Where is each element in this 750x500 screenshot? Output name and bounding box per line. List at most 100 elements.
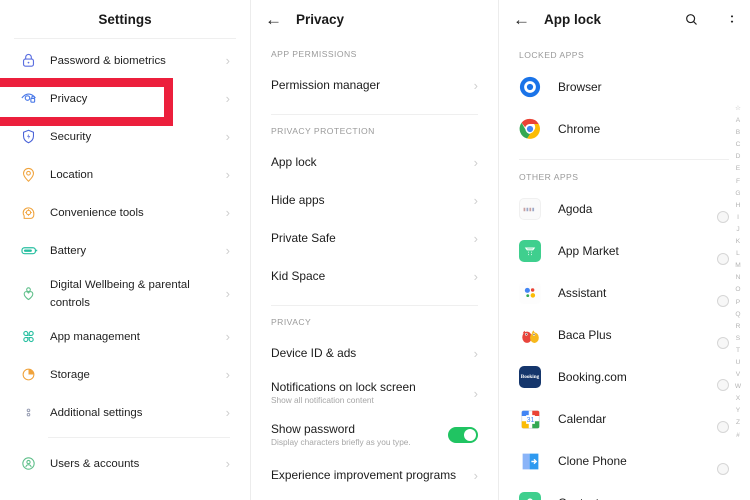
sidebar-item-battery[interactable]: Battery › [0,231,250,269]
alpha-index-l[interactable]: L [736,248,740,260]
chevron-right-icon: › [225,204,230,220]
toggle-knob [717,253,729,265]
alpha-index-q[interactable]: Q [735,309,740,321]
row-subtitle: Show all notification content [271,395,374,406]
alpha-index-a[interactable]: A [736,115,740,127]
chevron-right-icon: › [225,328,230,344]
alpha-index-t[interactable]: T [736,345,740,357]
user-circle-icon [20,450,50,476]
alpha-index-f[interactable]: F [736,176,740,188]
app-row-agoda[interactable]: Agoda [499,188,749,230]
chevron-right-icon: › [225,242,230,258]
sidebar-item-security[interactable]: Security › [0,117,250,155]
privacy-item-device-id-ads[interactable]: Device ID & ads › [251,334,498,372]
row-title: Notifications on lock screen [271,380,416,395]
show-password-toggle[interactable] [448,427,478,443]
privacy-item-private-safe[interactable]: Private Safe › [251,219,498,257]
back-arrow-icon[interactable]: ← [265,11,282,28]
alpha-index-e[interactable]: E [736,163,740,175]
sidebar-item-label: Digital Wellbeing & parental controls [50,279,190,309]
chevron-right-icon: › [473,192,478,208]
app-row-assistant[interactable]: Assistant [499,272,749,314]
alpha-index-star[interactable]: ☆ [735,103,741,115]
alpha-index-z[interactable]: Z [736,417,740,429]
assistant-icon [519,282,541,304]
row-title: Show password [271,422,355,437]
privacy-item-cut-off[interactable]: › [251,494,498,500]
app-name: App Market [558,244,619,258]
sidebar-item-label: Users & accounts [50,458,140,470]
sidebar-item-location[interactable]: Location › [0,155,250,193]
alpha-index-r[interactable]: R [736,321,741,333]
app-row-calendar[interactable]: 31 Calendar [499,398,749,440]
sidebar-item-label: Privacy [50,93,88,105]
alpha-index-n[interactable]: N [736,272,741,284]
app-row-browser[interactable]: Browser [499,66,749,108]
chevron-right-icon: › [225,455,230,471]
privacy-item-kid-space[interactable]: Kid Space › [251,257,498,295]
calendar-icon: 31 [519,408,541,430]
alpha-index-hash[interactable]: # [736,430,740,442]
alpha-index-y[interactable]: Y [736,405,740,417]
alpha-index-s[interactable]: S [736,333,740,345]
alpha-index-o[interactable]: O [735,284,740,296]
app-row-booking[interactable]: Booking Booking.com [499,356,749,398]
privacy-item-show-password[interactable]: Show password Display characters briefly… [251,414,498,456]
row-subtitle: Display characters briefly as you type. [271,437,411,448]
alpha-index-j[interactable]: J [736,224,739,236]
alpha-index-d[interactable]: D [736,151,741,163]
row-title: Device ID & ads [271,346,357,360]
section-label-other-apps: OTHER APPS [519,172,579,182]
alpha-index-k[interactable]: K [736,236,740,248]
app-row-contacts[interactable]: Contacts [499,482,749,500]
settings-screen: Settings Password & biometrics › Privacy… [0,0,250,500]
sidebar-item-additional-settings[interactable]: Additional settings › [0,393,250,431]
sidebar-item-storage[interactable]: Storage › [0,355,250,393]
toggle-knob [717,295,729,307]
alpha-index-x[interactable]: X [736,393,740,405]
alpha-index-c[interactable]: C [736,139,741,151]
alpha-index-m[interactable]: M [735,260,741,272]
alpha-index-v[interactable]: V [736,369,740,381]
sidebar-item-digital-wellbeing[interactable]: Digital Wellbeing & parental controls › [0,269,250,317]
apps-grid-icon [20,323,50,349]
page-title: Settings [98,11,152,27]
sidebar-item-privacy[interactable]: Privacy › [0,79,250,117]
toggle-knob [717,379,729,391]
more-dots-icon [20,399,50,425]
alpha-index-i[interactable]: I [737,212,739,224]
app-name: Agoda [558,202,593,216]
app-row-baca-plus[interactable]: Baca Plus [499,314,749,356]
sidebar-item-password-biometrics[interactable]: Password & biometrics › [0,41,250,79]
chevron-right-icon: › [473,77,478,93]
back-arrow-icon[interactable]: ← [513,11,530,28]
chevron-right-icon: › [473,154,478,170]
alpha-index-h[interactable]: H [736,200,741,212]
chevron-right-icon: › [225,166,230,182]
privacy-item-app-lock[interactable]: App lock › [251,143,498,181]
sidebar-item-app-management[interactable]: App management › [0,317,250,355]
alpha-index-b[interactable]: B [736,127,740,139]
app-row-clone-phone[interactable]: Clone Phone [499,440,749,482]
app-row-app-market[interactable]: App Market [499,230,749,272]
row-title: Permission manager [271,78,381,92]
alpha-index-w[interactable]: W [735,381,741,393]
privacy-item-hide-apps[interactable]: Hide apps › [251,181,498,219]
privacy-item-experience-improvement[interactable]: Experience improvement programs › [251,456,498,494]
sidebar-item-convenience-tools[interactable]: Convenience tools › [0,193,250,231]
app-market-icon [519,240,541,262]
svg-text:31: 31 [526,417,534,424]
chevron-right-icon: › [225,128,230,144]
battery-icon [20,237,50,263]
privacy-item-permission-manager[interactable]: Permission manager › [251,66,498,104]
alpha-index-g[interactable]: G [735,188,740,200]
search-icon[interactable] [684,12,699,27]
app-row-chrome[interactable]: Chrome [499,108,749,150]
sidebar-item-users-accounts[interactable]: Users & accounts › [0,444,250,482]
alpha-index-u[interactable]: U [736,357,741,369]
chevron-right-icon: › [225,366,230,382]
privacy-item-notifications-lock-screen[interactable]: Notifications on lock screen Show all no… [251,372,498,414]
alphabet-index-scrollbar[interactable]: ☆ A B C D E F G H I J K L M N O P Q R S T U V W X Y Z # [730,103,746,442]
alpha-index-p[interactable]: P [736,297,740,309]
more-vertical-icon[interactable] [725,12,739,26]
